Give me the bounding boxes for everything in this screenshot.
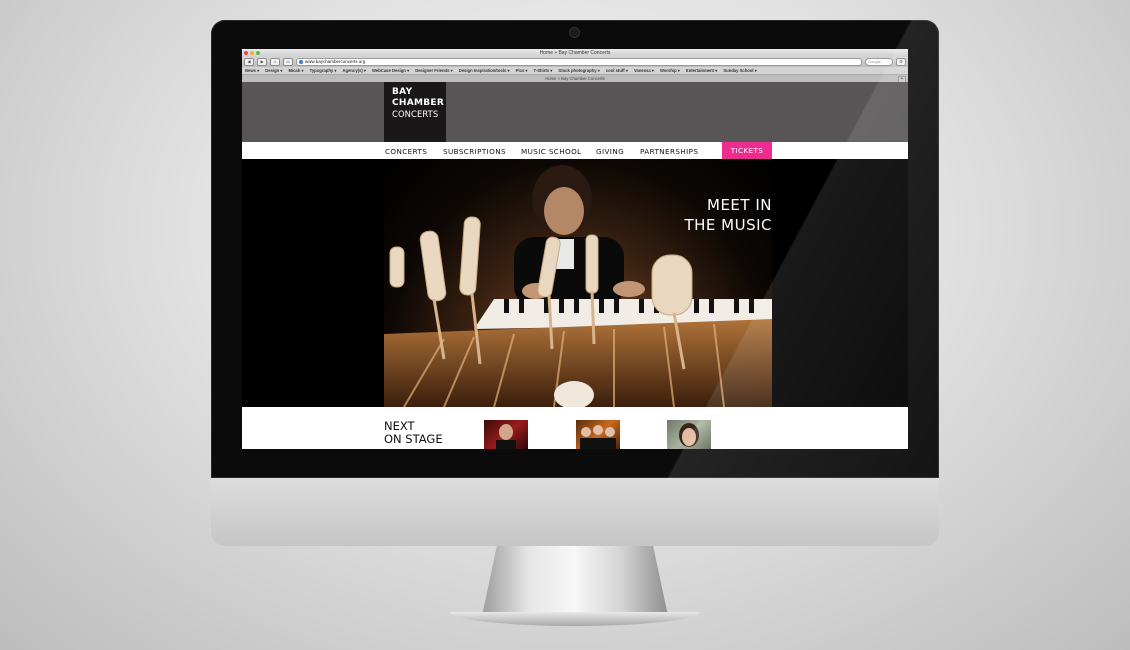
hero-banner: MEET IN THE MUSIC [242, 159, 908, 407]
monitor-stand-base [450, 612, 700, 626]
next-on-stage-section: NEXT ON STAGE [242, 407, 908, 449]
search-field[interactable]: Google [865, 58, 893, 66]
bookmark-item[interactable]: Entertainment ▾ [686, 68, 717, 73]
main-nav: CONCERTS SUBSCRIPTIONS MUSIC SCHOOL GIVI… [242, 142, 908, 159]
tab-strip: Home » Bay Chamber Concerts + [242, 75, 908, 83]
bookmarks-bar: News ▾ Design ▾ Micah ▾ Typography ▾ Agency(… [242, 67, 908, 75]
window-title: Home » Bay Chamber Concerts [539, 50, 611, 56]
logo-line-1: BAY [392, 87, 413, 97]
performer-photo-2 [580, 425, 616, 449]
tickets-button[interactable]: TICKETS [722, 142, 772, 159]
screen: Home » Bay Chamber Concerts ◀ ▶ ⌂ ▭ www.… [242, 49, 908, 449]
bookmark-item[interactable]: News ▾ [245, 68, 259, 73]
home-icon[interactable]: ⌂ [270, 58, 280, 66]
bookmark-item[interactable]: Agency(s) ▾ [343, 68, 367, 73]
bookmark-item[interactable]: Worship ▾ [660, 68, 680, 73]
event-thumbnail-3[interactable] [667, 420, 711, 449]
bookmark-item[interactable]: Vanessa ▾ [634, 68, 654, 73]
event-thumbnail-1[interactable] [484, 420, 528, 449]
bookmark-item[interactable]: Micah ▾ [288, 68, 303, 73]
bookmark-item[interactable]: Sunday School ▾ [723, 68, 757, 73]
nav-subscriptions[interactable]: SUBSCRIPTIONS [443, 147, 506, 156]
logo-line-2: CHAMBER [392, 98, 445, 108]
next-on-stage-title: NEXT ON STAGE [384, 420, 443, 446]
tab-title[interactable]: Home » Bay Chamber Concerts [545, 76, 604, 81]
reader-icon[interactable]: ▭ [283, 58, 293, 66]
nav-giving[interactable]: GIVING [596, 147, 624, 156]
bookmark-item[interactable]: Designer Friends ▾ [415, 68, 452, 73]
minimize-window-button[interactable] [250, 51, 254, 55]
close-window-button[interactable] [244, 51, 248, 55]
nav-partnerships[interactable]: PARTNERSHIPS [640, 147, 698, 156]
bookmark-item[interactable]: Design Inspiration/tools ▾ [459, 68, 510, 73]
nav-music-school[interactable]: MUSIC SCHOOL [521, 147, 582, 156]
zoom-window-button[interactable] [256, 51, 260, 55]
monitor-stand [482, 546, 668, 616]
next-line-2: ON STAGE [384, 432, 443, 446]
site-header: BAY CHAMBER CONCERTS [242, 82, 908, 142]
browser-toolbar: ◀ ▶ ⌂ ▭ www.baychamberconcerts.org Googl… [242, 57, 908, 67]
monitor-chin [211, 478, 939, 546]
bookmark-item[interactable]: Pics ▾ [516, 68, 528, 73]
nav-concerts[interactable]: CONCERTS [385, 147, 427, 156]
performer-photo-3 [679, 423, 699, 447]
forward-button[interactable]: ▶ [257, 58, 267, 66]
window-controls [244, 51, 260, 55]
bookmark-item[interactable]: WebCase Design ▾ [372, 68, 409, 73]
hero-line-1: MEET IN [707, 196, 772, 214]
back-button[interactable]: ◀ [244, 58, 254, 66]
event-thumbnail-2[interactable] [576, 420, 620, 449]
logo-line-3: CONCERTS [392, 109, 439, 119]
settings-icon[interactable]: ⚙ [896, 58, 906, 66]
performer-photo-1 [496, 424, 516, 449]
site-logo[interactable]: BAY CHAMBER CONCERTS [384, 82, 446, 142]
hero-headline: MEET IN THE MUSIC [672, 195, 772, 235]
bookmark-item[interactable]: T-Shirts ▾ [534, 68, 553, 73]
bookmark-item[interactable]: cool stuff ▾ [606, 68, 628, 73]
bookmark-item[interactable]: Typography ▾ [310, 68, 337, 73]
hero-line-2: THE MUSIC [684, 216, 772, 234]
bookmark-item[interactable]: Design ▾ [265, 68, 282, 73]
bookmark-item[interactable]: Stock photography ▾ [558, 68, 599, 73]
address-bar[interactable]: www.baychamberconcerts.org [296, 58, 862, 66]
camera-icon [570, 28, 579, 37]
browser-titlebar: Home » Bay Chamber Concerts [242, 49, 908, 57]
